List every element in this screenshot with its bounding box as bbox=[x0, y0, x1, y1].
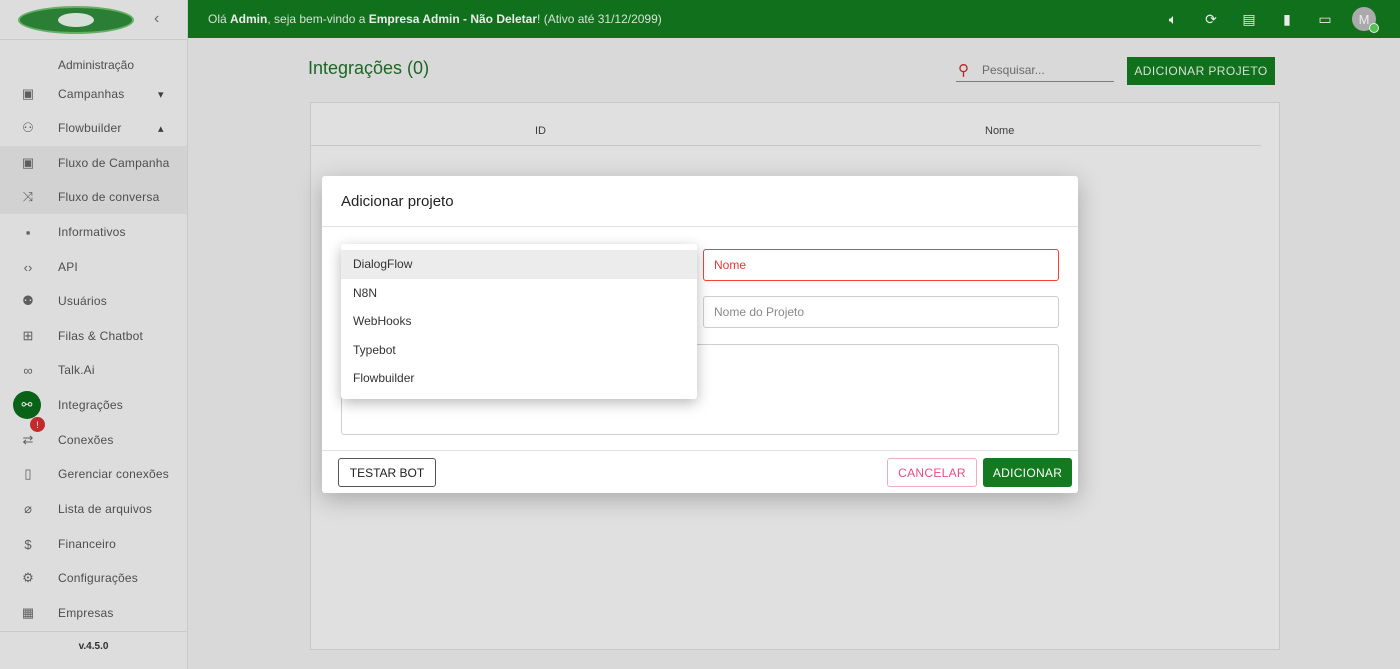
cancel-button[interactable]: CANCELAR bbox=[887, 458, 977, 487]
project-name-field[interactable] bbox=[703, 296, 1059, 328]
divider bbox=[322, 226, 1078, 227]
option-webhooks[interactable]: WebHooks bbox=[341, 307, 697, 336]
type-select-menu: DialogFlow N8N WebHooks Typebot Flowbuil… bbox=[341, 244, 697, 399]
divider bbox=[322, 450, 1078, 451]
option-n8n[interactable]: N8N bbox=[341, 279, 697, 308]
add-button[interactable]: ADICIONAR bbox=[983, 458, 1072, 487]
test-bot-button[interactable]: TESTAR BOT bbox=[338, 458, 436, 487]
option-typebot[interactable]: Typebot bbox=[341, 336, 697, 365]
option-dialogflow[interactable]: DialogFlow bbox=[341, 250, 697, 279]
name-field[interactable] bbox=[703, 249, 1059, 281]
dialog-title: Adicionar projeto bbox=[341, 193, 454, 210]
option-flowbuilder[interactable]: Flowbuilder bbox=[341, 364, 697, 393]
